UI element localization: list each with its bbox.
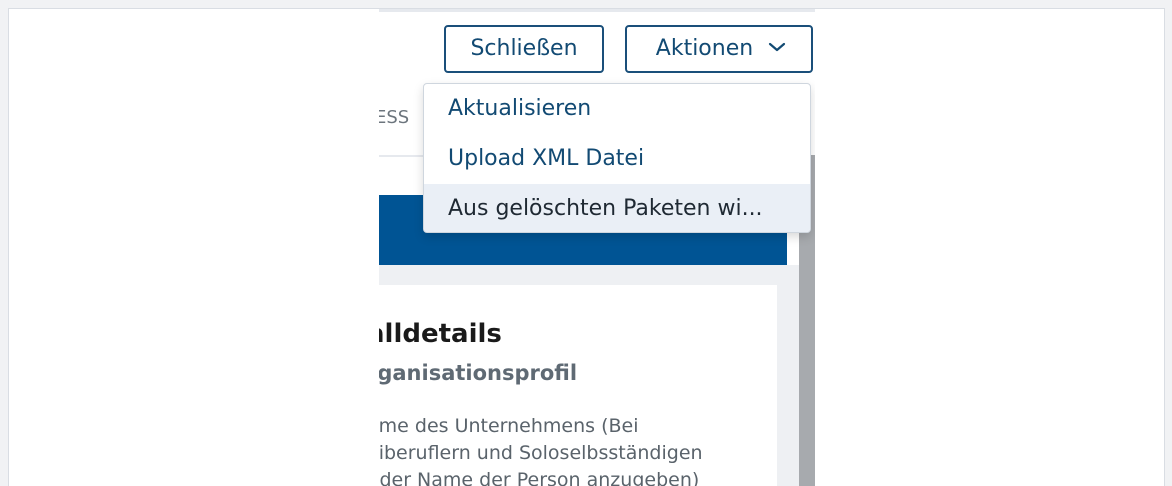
menu-item-upload-xml[interactable]: Upload XML Datei [424, 134, 810, 184]
details-card: alldetails rganisationsprofil ame des Un… [379, 285, 777, 486]
menu-item-restore-deleted[interactable]: Aus gelöschten Paketen wi... [424, 184, 810, 232]
card-description-line: : der Name der Person anzugeben) [379, 469, 700, 486]
menu-item-refresh[interactable]: Aktualisieren [424, 84, 810, 134]
content-frame: ESS alldetails rganisationsprofil ame de… [8, 8, 1165, 486]
actions-button-label: Aktionen [655, 36, 754, 61]
actions-dropdown-menu: Aktualisieren Upload XML Datei Aus gelös… [423, 83, 811, 233]
viewport: ESS alldetails rganisationsprofil ame de… [379, 9, 815, 486]
chevron-down-icon [768, 25, 786, 69]
card-description-line: ame des Unternehmens (Bei [379, 415, 639, 437]
top-divider [379, 9, 815, 12]
actions-button[interactable]: Aktionen [625, 25, 813, 73]
card-title: alldetails [379, 319, 502, 349]
card-description: ame des Unternehmens (Bei eiberuflern un… [379, 413, 777, 486]
card-description-line: eiberuflern und Soloselbsständigen [379, 442, 703, 464]
close-button[interactable]: Schließen [444, 25, 604, 73]
card-subtitle: rganisationsprofil [379, 361, 578, 385]
tab-partial[interactable]: ESS [379, 107, 409, 128]
